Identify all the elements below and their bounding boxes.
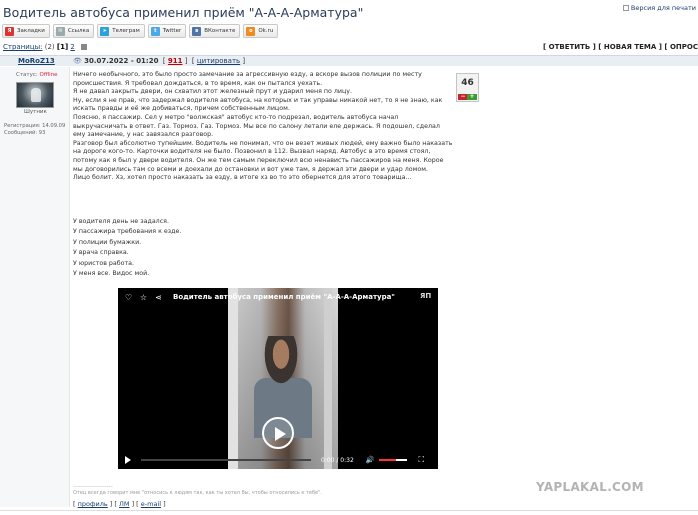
profile-link[interactable]: профиль	[78, 500, 108, 508]
video-top-bar: ♡ ☆ ⋖ Водитель автобуса применил приём "…	[118, 288, 438, 306]
share-vk-button[interactable]: в ВКонтакте	[189, 24, 241, 38]
list-item: У врача справка.	[73, 249, 129, 257]
share-bar: Я Закладки ✉ Ссылка ➤ Телеграм t Twitter в ВК…	[2, 24, 279, 38]
pager-row: Страницы: (2) [1] 2 [ ОТВЕТИТЬ ] [ НОВАЯ…	[0, 42, 698, 54]
post-footer-links: [ профиль ] [ ЛМ ] [ e-mail ]	[73, 500, 166, 508]
vk-icon: в	[192, 26, 202, 36]
list-item: У меня все. Видос мой.	[73, 270, 150, 278]
post-paragraph: Ну, если я не прав, что задержал водител…	[73, 96, 443, 113]
post-paragraph: Поясню, я пассажир. Сел у метро "волжска…	[73, 113, 440, 139]
post-date: 30.07.2022 - 01:20	[84, 57, 159, 65]
volume-slider[interactable]	[378, 459, 407, 461]
list-item: У пассажира требования к езде.	[73, 228, 182, 236]
post-paragraph: Я не давал закрыть двери, он схватил это…	[73, 88, 352, 96]
author-sidebar: Статус: Offline Шутник Регистрация: 14.0…	[0, 67, 70, 507]
play-icon[interactable]	[125, 456, 131, 464]
video-title[interactable]: Водитель автобуса применил приём "А-А-А-…	[173, 293, 395, 301]
page-jump-icon[interactable]	[81, 44, 88, 50]
list-item: У полиции бумажки.	[73, 238, 142, 246]
list-item: У водителя день не задался.	[73, 218, 169, 225]
post-paragraph: Ничего необычного, это было просто замеч…	[73, 71, 422, 87]
post-paragraph: Разговор был абсолютно тупейшим. Водител…	[73, 139, 453, 173]
twitter-icon: t	[150, 26, 160, 36]
volume-icon[interactable]: 🔊	[366, 456, 375, 464]
checkbox-icon	[622, 5, 629, 11]
page-title: Водитель автобуса применил приём "А-А-А-…	[3, 5, 364, 20]
rating-plus-button[interactable]: +	[467, 94, 477, 100]
share-bookmarks-button[interactable]: Я Закладки	[2, 24, 50, 38]
post-paragraph: Лицо болит. Хз, хотел просто наказать за…	[73, 174, 412, 182]
author-stats: Регистрация: 14.09.09 Сообщений: 93	[4, 123, 65, 137]
post: MoRoZ13 👁 30.07.2022 - 01:20 [ 911 ] [ ц…	[0, 55, 698, 515]
video-frame-detail	[324, 288, 332, 469]
telegram-icon: ➤	[100, 26, 110, 36]
video-controls: 0:00 / 0:32 🔊 ⛶	[118, 451, 438, 469]
avatar[interactable]	[16, 82, 54, 108]
video-logo: ЯП	[420, 292, 432, 300]
divider	[0, 510, 698, 511]
bookmarks-icon: Я	[5, 26, 14, 36]
share-twitter-button[interactable]: t Twitter	[147, 24, 187, 38]
post-link-icon[interactable]: 👁	[73, 57, 82, 65]
page-link-2[interactable]: 2	[70, 43, 74, 51]
site-watermark: YAPLAKAL.COM	[536, 480, 644, 494]
author-name-link[interactable]: MoRoZ13	[18, 57, 55, 65]
share-link-button[interactable]: ✉ Ссылка	[52, 24, 95, 38]
signature: Отец всегда говорит мне "относись к людя…	[73, 490, 323, 496]
author-registered: Регистрация: 14.09.09	[4, 123, 66, 129]
post-body: Ничего необычного, это было просто замеч…	[73, 71, 453, 183]
play-button[interactable]	[262, 417, 294, 449]
rating-score: 46	[461, 78, 474, 88]
pagination: Страницы: (2) [1] 2	[3, 43, 88, 51]
ok-icon: o	[246, 26, 256, 36]
author-rank: Шутник	[24, 109, 47, 115]
pages-count: (2)	[44, 43, 55, 51]
author-messages: Сообщений: 93	[4, 130, 46, 136]
author-status: Статус: Offline	[16, 72, 58, 78]
heart-icon[interactable]: ♡	[124, 293, 133, 302]
share-telegram-button[interactable]: ➤ Телеграм	[97, 24, 145, 38]
video-frame-detail	[262, 336, 300, 388]
video-time: 0:00 / 0:32	[321, 456, 354, 464]
list-item: У юристов работа.	[73, 259, 135, 267]
mail-icon: ✉	[55, 26, 65, 36]
pm-link[interactable]: ЛМ	[119, 500, 130, 508]
topic-header: Водитель автобуса применил приём "А-А-А-…	[0, 0, 698, 22]
star-icon[interactable]: ☆	[139, 293, 148, 302]
topic-actions[interactable]: [ ОТВЕТИТЬ ] [ НОВАЯ ТЕМА ] [ ОПРОС	[543, 43, 698, 51]
share-ok-button[interactable]: o Ok.ru	[243, 24, 279, 38]
quote-link[interactable]: цитировать	[197, 57, 240, 65]
post-rating: 46 − +	[456, 73, 479, 102]
video-progress-bar[interactable]	[141, 459, 311, 461]
current-page: [1]	[56, 43, 69, 51]
fullscreen-icon[interactable]: ⛶	[419, 455, 425, 465]
share-icon[interactable]: ⋖	[154, 293, 163, 302]
post-meta: 👁 30.07.2022 - 01:20 [ 911 ] [ цитироват…	[73, 57, 246, 65]
post-header: MoRoZ13 👁 30.07.2022 - 01:20 [ 911 ] [ ц…	[0, 55, 698, 66]
video-player[interactable]: ♡ ☆ ⋖ Водитель автобуса применил приём "…	[118, 288, 438, 469]
post-number[interactable]: 911	[168, 57, 183, 65]
pages-label[interactable]: Страницы:	[3, 43, 42, 51]
video-frame-detail	[228, 288, 238, 469]
post-list: У водителя день не задался. У пассажира …	[73, 217, 373, 279]
print-version-link[interactable]: Версия для печати	[622, 4, 696, 12]
email-link[interactable]: e-mail	[141, 500, 161, 508]
